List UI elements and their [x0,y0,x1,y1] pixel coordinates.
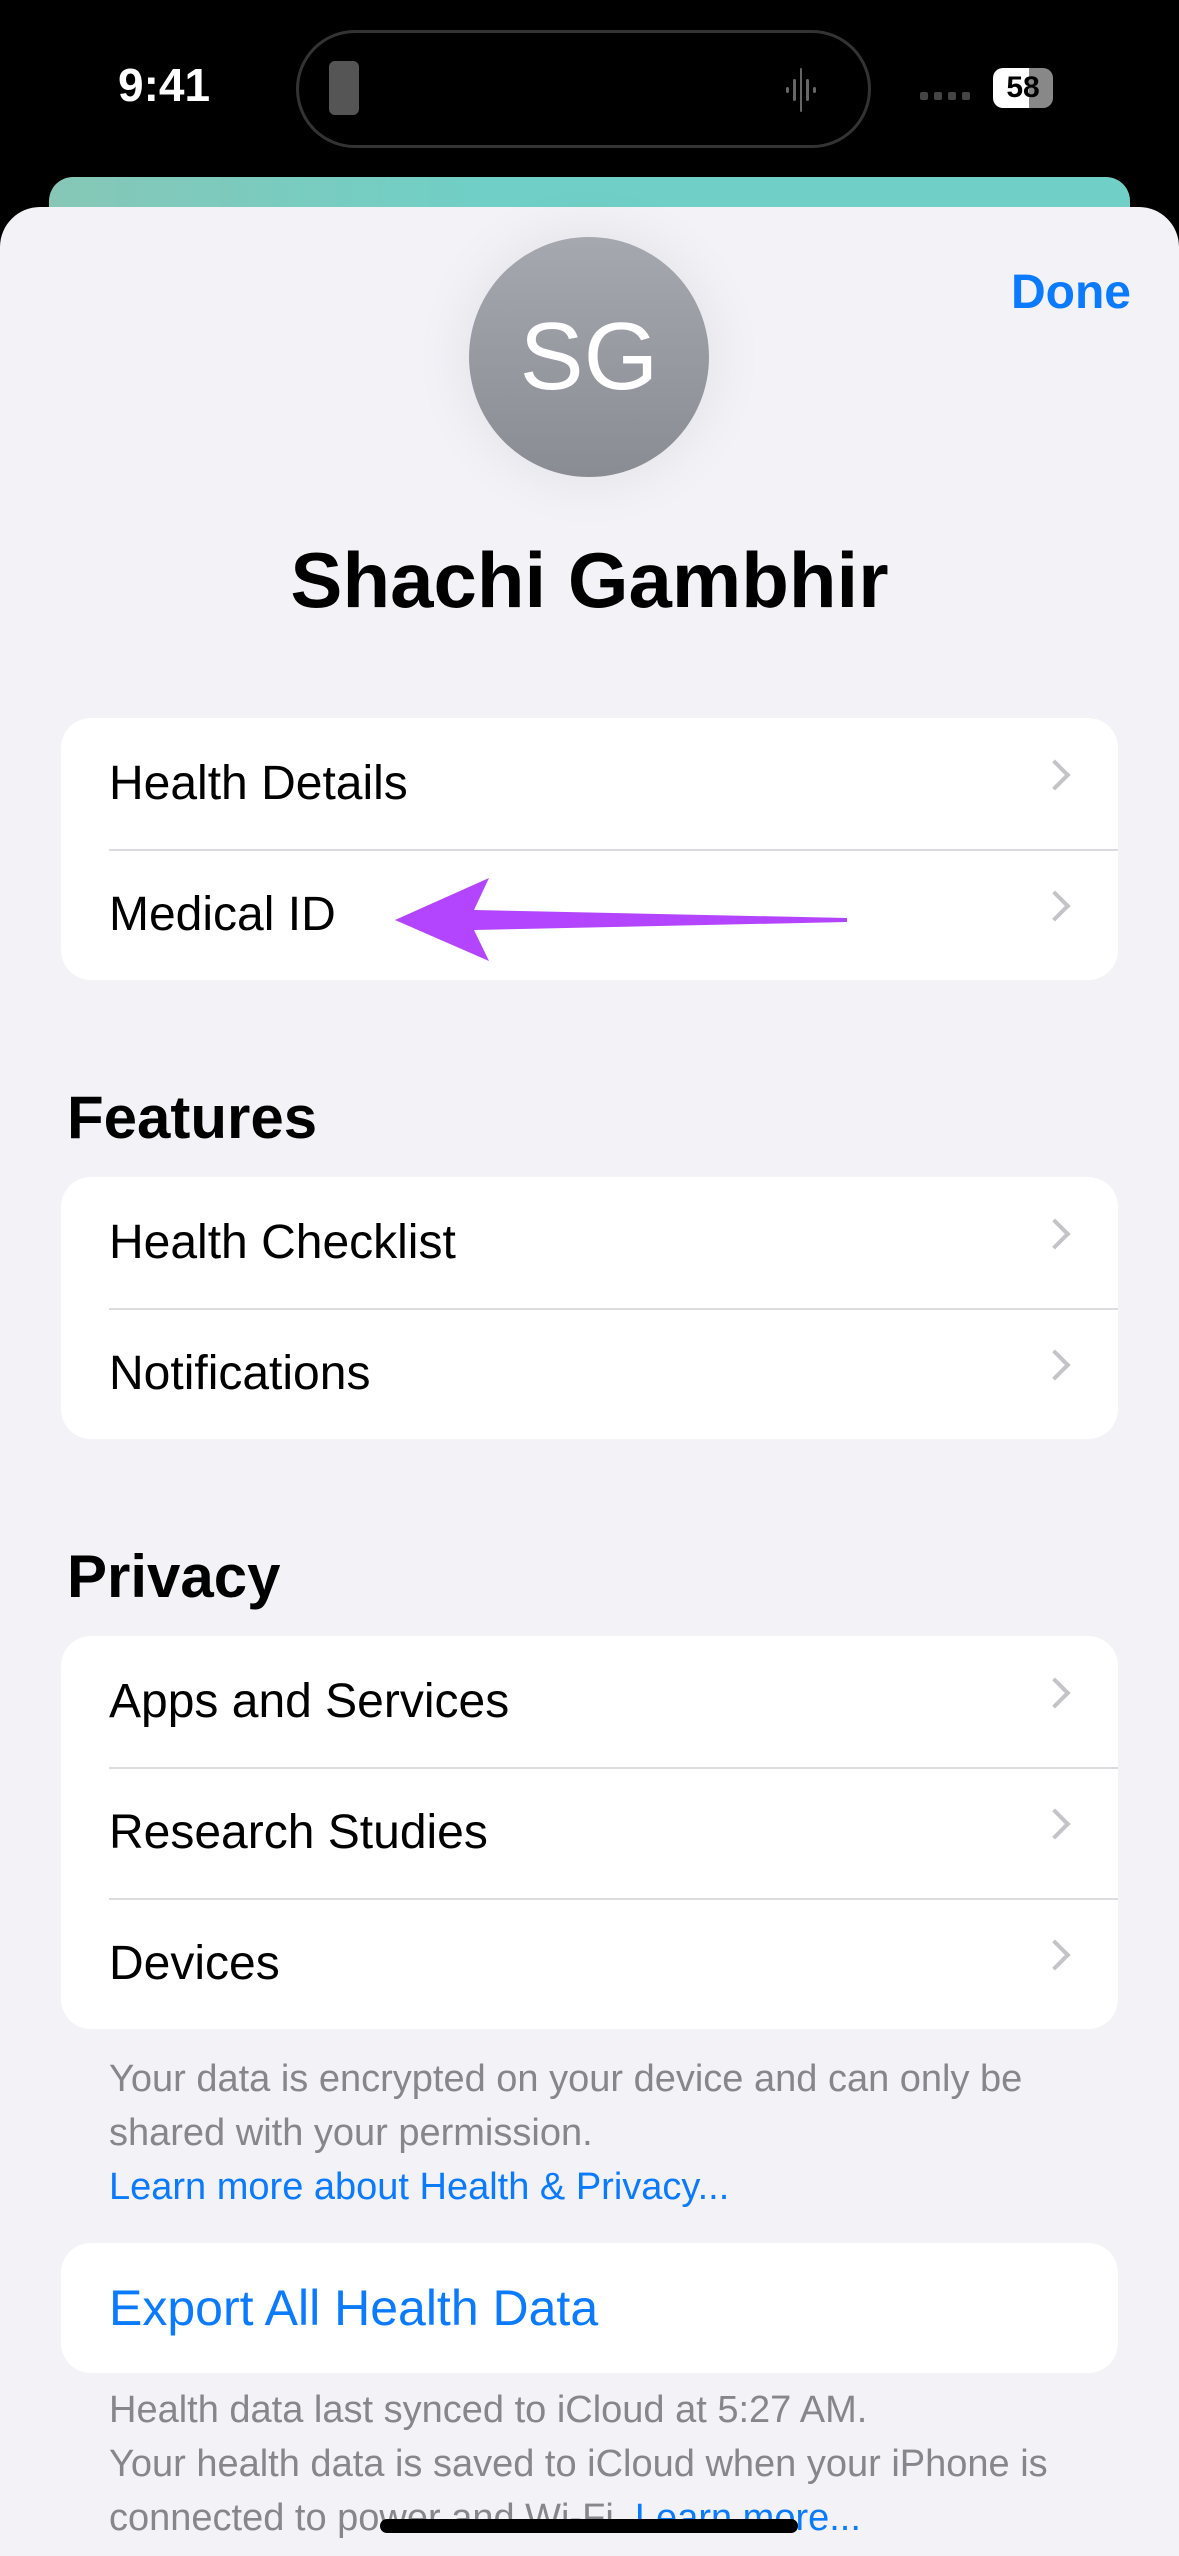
arrow-shape [395,878,847,961]
home-indicator[interactable] [380,2519,798,2533]
annotation-arrow [395,878,847,961]
